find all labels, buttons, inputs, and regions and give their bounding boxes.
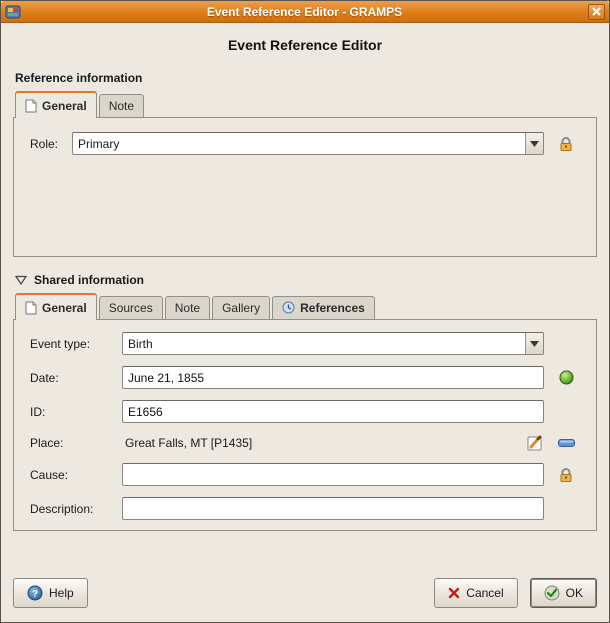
id-input[interactable] [122, 400, 544, 423]
titlebar[interactable]: Event Reference Editor - GRAMPS [1, 1, 609, 23]
cancel-button[interactable]: Cancel [434, 578, 517, 608]
references-icon [282, 301, 295, 314]
cause-label: Cause: [30, 468, 122, 482]
date-input[interactable] [122, 366, 544, 389]
tab-general-shared[interactable]: General [15, 293, 97, 320]
minus-icon [558, 439, 575, 447]
green-status-icon [559, 370, 574, 385]
app-icon [5, 4, 21, 20]
help-button[interactable]: ? Help [13, 578, 88, 608]
tab-label: General [42, 301, 87, 315]
id-label: ID: [30, 405, 122, 419]
shared-tabs: General Sources Note Gallery References [13, 293, 597, 319]
dropdown-arrow-icon[interactable] [525, 333, 543, 354]
help-icon: ? [27, 585, 43, 601]
place-cell: Great Falls, MT [P1435] [122, 434, 544, 452]
reference-information-label: Reference information [15, 71, 597, 85]
tab-note-shared[interactable]: Note [165, 296, 210, 319]
description-input[interactable] [122, 497, 544, 520]
cancel-button-label: Cancel [466, 586, 503, 600]
ok-button-label: OK [566, 586, 583, 600]
reference-panel: Role: Primary [13, 117, 597, 257]
cause-input[interactable] [122, 463, 544, 486]
tab-label: General [42, 99, 87, 113]
event-type-value: Birth [123, 333, 525, 354]
tab-references[interactable]: References [272, 296, 375, 319]
role-combobox[interactable]: Primary [72, 132, 544, 155]
tab-general-reference[interactable]: General [15, 91, 97, 118]
reference-notebook: General Note Role: Primary [13, 91, 597, 257]
close-icon [592, 7, 601, 16]
role-row: Role: Primary [30, 132, 588, 155]
cancel-icon [448, 587, 460, 599]
shared-notebook: General Sources Note Gallery References [13, 293, 597, 531]
lock-icon [558, 136, 574, 152]
svg-text:?: ? [32, 589, 38, 600]
dialog-content: Event Reference Editor Reference informa… [1, 23, 609, 622]
edit-place-button[interactable] [526, 434, 544, 452]
lock-icon [558, 467, 574, 483]
remove-place-button[interactable] [544, 439, 588, 447]
edit-icon [526, 434, 544, 452]
ok-button[interactable]: OK [530, 578, 597, 608]
reference-tabs: General Note [13, 91, 597, 117]
tab-label: Note [109, 99, 134, 113]
help-button-label: Help [49, 586, 74, 600]
role-privacy-lock-button[interactable] [544, 136, 588, 152]
dropdown-arrow-icon[interactable] [525, 133, 543, 154]
expander-arrow-icon [15, 275, 27, 285]
document-icon [25, 301, 37, 315]
shared-panel: Event type: Birth Date: [13, 319, 597, 531]
document-icon [25, 99, 37, 113]
ok-check-icon [544, 585, 560, 601]
event-type-label: Event type: [30, 337, 122, 351]
tab-note-reference[interactable]: Note [99, 94, 144, 117]
window-title: Event Reference Editor - GRAMPS [21, 5, 588, 19]
tab-label: References [300, 301, 365, 315]
shared-information-label: Shared information [34, 273, 144, 287]
event-type-combobox[interactable]: Birth [122, 332, 544, 355]
shared-form: Event type: Birth Date: [30, 332, 588, 520]
description-label: Description: [30, 502, 122, 516]
tab-sources[interactable]: Sources [99, 296, 163, 319]
role-value: Primary [73, 133, 525, 154]
dialog-footer: ? Help Cancel OK [13, 578, 597, 622]
place-value: Great Falls, MT [P1435] [122, 436, 526, 450]
date-label: Date: [30, 371, 122, 385]
tab-gallery[interactable]: Gallery [212, 296, 270, 319]
close-button[interactable] [588, 4, 605, 20]
tab-label: Note [175, 301, 200, 315]
event-reference-editor-window: Event Reference Editor - GRAMPS Event Re… [0, 0, 610, 623]
shared-privacy-lock-button[interactable] [544, 467, 588, 483]
page-title: Event Reference Editor [13, 37, 597, 53]
place-label: Place: [30, 436, 122, 450]
tab-label: Sources [109, 301, 153, 315]
role-label: Role: [30, 137, 72, 151]
tab-label: Gallery [222, 301, 260, 315]
date-valid-indicator[interactable] [544, 370, 588, 385]
shared-information-expander[interactable]: Shared information [15, 273, 597, 287]
